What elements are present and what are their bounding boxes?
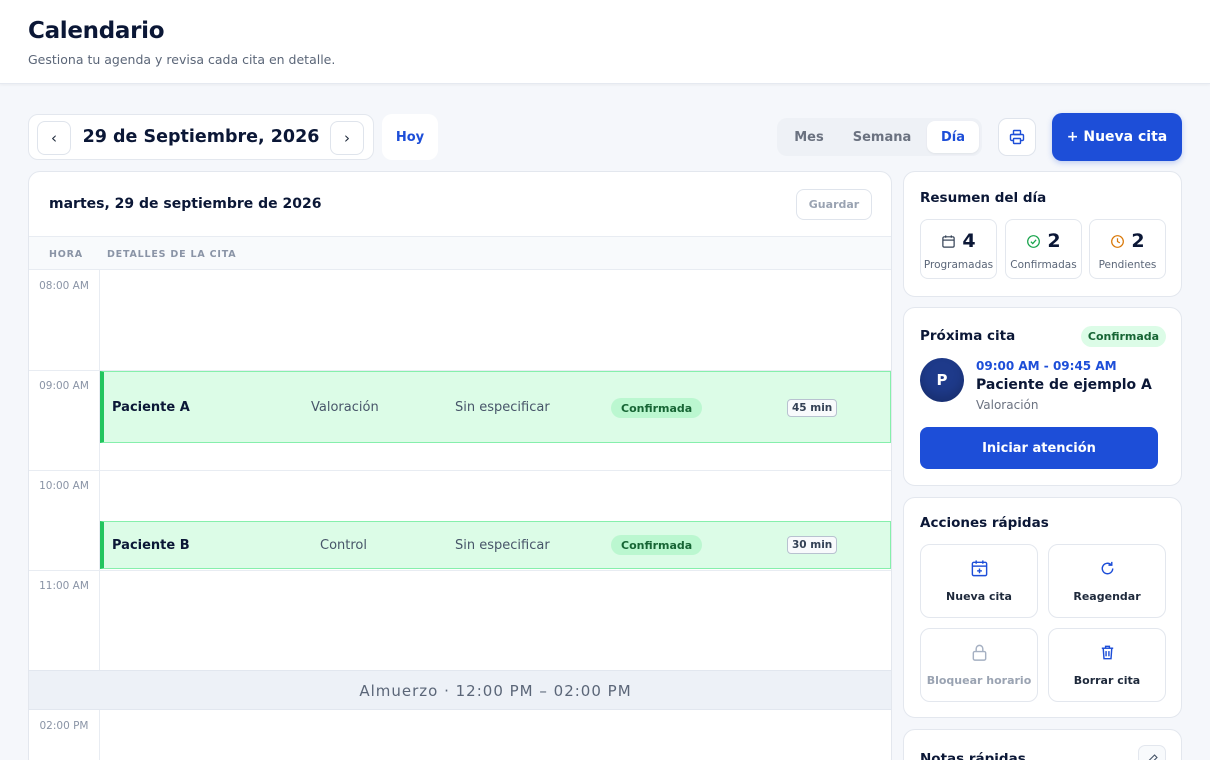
- status-badge: Confirmada: [611, 535, 703, 555]
- start-attention-button[interactable]: Iniciar atención: [920, 427, 1158, 469]
- quick-delete-appointment-button[interactable]: Borrar cita: [1048, 628, 1166, 702]
- day-summary-title: Resumen del día: [920, 190, 1047, 206]
- day-calendar: martes, 29 de septiembre de 2026 Guardar…: [28, 171, 892, 760]
- clock-icon: [1111, 234, 1125, 248]
- scheduled-count: 4: [962, 230, 976, 252]
- quick-actions-title: Acciones rápidas: [920, 515, 1049, 531]
- appointment-type: Valoración: [311, 399, 379, 415]
- previous-day-button[interactable]: ‹: [37, 121, 71, 155]
- appointment-type: Control: [320, 537, 367, 553]
- appointment-detail: Sin especificar: [455, 399, 550, 415]
- calendar-icon: [942, 234, 956, 248]
- hour-label: 02:00 PM: [39, 720, 89, 732]
- hour-column-header: HORA: [49, 249, 83, 260]
- new-appointment-button[interactable]: + Nueva cita: [1052, 113, 1182, 161]
- scheduled-label: Programadas: [923, 259, 994, 271]
- printer-icon: [1009, 129, 1025, 145]
- quick-actions-card: Acciones rápidas Nueva cita Reagendar Bl…: [903, 497, 1182, 718]
- quick-block-schedule-button[interactable]: Bloquear horario: [920, 628, 1038, 702]
- current-date: 29 de Septiembre, 2026: [82, 127, 320, 147]
- calendar-day-title: martes, 29 de septiembre de 2026: [49, 196, 322, 212]
- edit-notes-button[interactable]: [1138, 745, 1166, 760]
- duration-badge: 45 min: [787, 399, 838, 417]
- print-button[interactable]: [998, 118, 1036, 156]
- pencil-icon: [1147, 753, 1158, 760]
- next-appointment-card: Próxima cita Confirmada P 09:00 AM - 09:…: [903, 307, 1182, 486]
- hour-label: 08:00 AM: [39, 280, 89, 292]
- next-day-button[interactable]: ›: [330, 121, 364, 155]
- view-switch: Mes Semana Día: [777, 118, 982, 156]
- view-week-tab[interactable]: Semana: [841, 121, 923, 153]
- confirmed-stat: 2 Confirmadas: [1005, 219, 1082, 279]
- duration-badge: 30 min: [787, 536, 838, 554]
- pending-stat: 2 Pendientes: [1089, 219, 1166, 279]
- status-badge: Confirmada: [1081, 326, 1166, 347]
- page-subtitle: Gestiona tu agenda y revisa cada cita en…: [28, 52, 336, 67]
- quick-notes-title: Notas rápidas: [920, 751, 1026, 760]
- scheduled-stat: 4 Programadas: [920, 219, 997, 279]
- hour-label: 10:00 AM: [39, 480, 89, 492]
- details-column-header: DETALLES DE LA CITA: [107, 249, 237, 260]
- confirmed-count: 2: [1047, 230, 1061, 252]
- trash-icon: [1101, 645, 1113, 660]
- hour-divider: [29, 470, 891, 471]
- hour-label: 11:00 AM: [39, 580, 89, 592]
- check-circle-icon: [1027, 234, 1041, 248]
- date-navigator: ‹ 29 de Septiembre, 2026 ›: [28, 114, 374, 160]
- pending-count: 2: [1131, 230, 1145, 252]
- today-button[interactable]: Hoy: [382, 114, 438, 160]
- lunch-break-label: Almuerzo · 12:00 PM – 02:00 PM: [359, 682, 632, 700]
- day-summary-card: Resumen del día 4 Programadas 2 Confirma…: [903, 171, 1182, 297]
- quick-action-label: Nueva cita: [946, 590, 1012, 603]
- next-appointment-time: 09:00 AM - 09:45 AM: [976, 359, 1117, 373]
- appointment-patient: Paciente A: [112, 399, 190, 415]
- next-appointment-patient: Paciente de ejemplo A: [976, 377, 1152, 393]
- quick-notes-card: Notas rápidas: [903, 729, 1182, 760]
- quick-action-label: Borrar cita: [1073, 674, 1141, 687]
- quick-action-label: Reagendar: [1073, 590, 1141, 603]
- avatar: P: [920, 358, 964, 402]
- calendar-plus-icon: [971, 560, 987, 577]
- hour-divider: [29, 570, 891, 571]
- appointment-row[interactable]: Paciente A Valoración Sin especificar Co…: [100, 371, 891, 443]
- confirmed-label: Confirmadas: [1010, 259, 1077, 271]
- lunch-break: Almuerzo · 12:00 PM – 02:00 PM: [29, 670, 891, 710]
- appointment-patient: Paciente B: [112, 537, 190, 553]
- view-month-tab[interactable]: Mes: [781, 121, 837, 153]
- view-day-tab[interactable]: Día: [927, 121, 979, 153]
- appointment-row[interactable]: Paciente B Control Sin especificar Confi…: [100, 521, 891, 569]
- quick-reschedule-button[interactable]: Reagendar: [1048, 544, 1166, 618]
- quick-action-label: Bloquear horario: [926, 674, 1032, 687]
- hour-label: 09:00 AM: [39, 380, 89, 392]
- pending-label: Pendientes: [1098, 259, 1157, 271]
- lock-icon: [972, 644, 986, 661]
- save-button[interactable]: Guardar: [796, 189, 872, 220]
- status-badge: Confirmada: [611, 398, 703, 418]
- next-appointment-type: Valoración: [976, 398, 1039, 412]
- refresh-icon: [1101, 561, 1113, 575]
- quick-new-appointment-button[interactable]: Nueva cita: [920, 544, 1038, 618]
- next-appointment-title: Próxima cita: [920, 328, 1016, 344]
- page-header: Calendario Gestiona tu agenda y revisa c…: [0, 0, 1210, 84]
- calendar-column-header: HORA DETALLES DE LA CITA: [29, 236, 891, 270]
- page-title: Calendario: [28, 18, 165, 44]
- appointment-detail: Sin especificar: [455, 537, 550, 553]
